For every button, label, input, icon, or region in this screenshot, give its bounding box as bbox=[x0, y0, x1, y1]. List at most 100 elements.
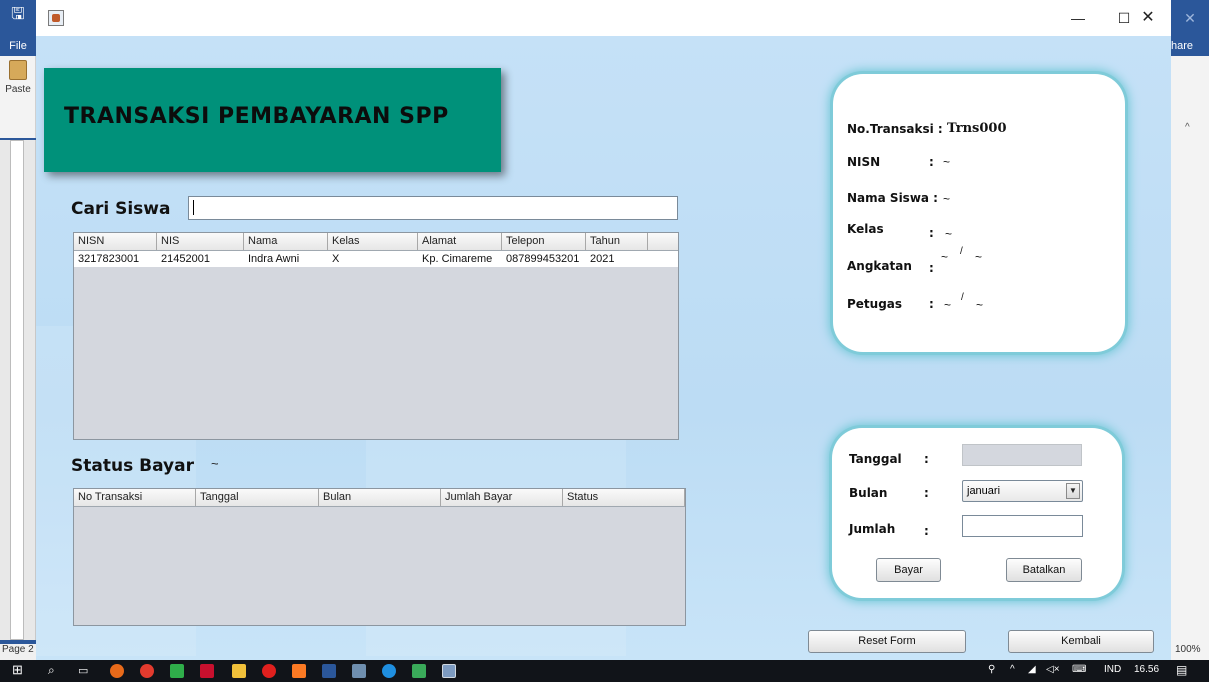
save-icon[interactable]: 🖫 bbox=[8, 6, 28, 24]
search-icon[interactable]: ⌕ bbox=[48, 663, 55, 678]
kelas-label: Kelas bbox=[847, 222, 884, 236]
pembayaran-form-card: Tanggal : Bulan : januari ▼ Jumlah : Bay… bbox=[832, 428, 1122, 598]
volume-icon[interactable]: ◁× bbox=[1046, 664, 1060, 675]
people-icon[interactable]: ⚲ bbox=[988, 664, 995, 675]
tray-expand-icon[interactable]: ^ bbox=[1010, 664, 1015, 675]
page-indicator: Page 2 bbox=[0, 644, 36, 660]
column-header[interactable]: Tanggal bbox=[196, 489, 319, 506]
word-left-pane: 🖫 File Paste Page 2 bbox=[0, 0, 36, 660]
table-cell: Indra Awni bbox=[248, 253, 300, 265]
paste-button[interactable]: Paste bbox=[2, 60, 34, 95]
file-explorer-icon[interactable] bbox=[232, 664, 246, 678]
app-icon[interactable] bbox=[412, 664, 426, 678]
table-header: No Transaksi Tanggal Bulan Jumlah Bayar … bbox=[74, 489, 685, 507]
pembayaran-table[interactable]: No Transaksi Tanggal Bulan Jumlah Bayar … bbox=[73, 488, 686, 626]
jumlah-field[interactable] bbox=[962, 515, 1083, 537]
keyboard-icon[interactable]: ⌨ bbox=[1072, 664, 1086, 675]
notification-icon[interactable]: ▤ bbox=[1176, 663, 1187, 677]
nisn-value: ~ bbox=[943, 155, 951, 169]
opera-icon[interactable] bbox=[262, 664, 276, 678]
main-content: TRANSAKSI PEMBAYARAN SPP Cari Siswa NISN… bbox=[36, 36, 1171, 660]
angkatan-label: Angkatan bbox=[847, 259, 912, 273]
kembali-button[interactable]: Kembali bbox=[1008, 630, 1154, 653]
batalkan-button[interactable]: Batalkan bbox=[1006, 558, 1082, 582]
column-header[interactable]: Kelas bbox=[328, 233, 418, 250]
reset-form-button[interactable]: Reset Form bbox=[808, 630, 966, 653]
petugas-value-a: ~ bbox=[944, 298, 952, 312]
transaksi-info-card: No.Transaksi : Trns000 NISN : ~ Nama Sis… bbox=[833, 74, 1125, 352]
ribbon-collapse-icon[interactable]: ^ bbox=[1185, 122, 1190, 133]
status-bayar-label: Status Bayar bbox=[71, 456, 194, 476]
siswa-table[interactable]: NISN NIS Nama Kelas Alamat Telepon Tahun… bbox=[73, 232, 679, 440]
kelas-colon: : bbox=[929, 226, 934, 240]
ruler-bar bbox=[10, 140, 24, 640]
column-header[interactable]: Telepon bbox=[502, 233, 586, 250]
text-caret bbox=[193, 200, 194, 215]
bulan-select[interactable]: januari ▼ bbox=[962, 480, 1083, 502]
nisn-colon: : bbox=[929, 155, 934, 169]
title-banner: TRANSAKSI PEMBAYARAN SPP bbox=[44, 68, 501, 172]
language-indicator[interactable]: IND bbox=[1104, 664, 1121, 675]
filezilla-icon[interactable] bbox=[200, 664, 214, 678]
chrome-icon[interactable] bbox=[140, 664, 154, 678]
vertical-ruler bbox=[0, 140, 36, 640]
petugas-value-b: ~ bbox=[976, 298, 984, 312]
bayar-button[interactable]: Bayar bbox=[876, 558, 941, 582]
word-close-icon[interactable]: ✕ bbox=[1171, 0, 1209, 36]
angkatan-value-b: ~ bbox=[975, 250, 983, 264]
table-cell: 21452001 bbox=[161, 253, 210, 265]
column-header[interactable]: NISN bbox=[74, 233, 157, 250]
jumlah-label: Jumlah bbox=[849, 522, 896, 536]
column-header[interactable]: Bulan bbox=[319, 489, 441, 506]
clipboard-icon bbox=[9, 60, 27, 80]
no-transaksi-label: No.Transaksi : bbox=[847, 122, 943, 136]
network-icon[interactable]: ◢ bbox=[1028, 664, 1036, 675]
angkatan-separator: / bbox=[960, 246, 963, 257]
column-header[interactable]: NIS bbox=[157, 233, 244, 250]
firefox-icon[interactable] bbox=[110, 664, 124, 678]
tanggal-label: Tanggal bbox=[849, 452, 902, 466]
minimize-button[interactable]: — bbox=[1055, 0, 1101, 36]
column-header[interactable]: No Transaksi bbox=[74, 489, 196, 506]
netbeans-icon[interactable] bbox=[170, 664, 184, 678]
petugas-separator: / bbox=[961, 292, 964, 303]
column-header[interactable]: Status bbox=[563, 489, 685, 506]
file-tab[interactable]: File bbox=[0, 40, 36, 52]
window-titlebar: — ☐ ✕ bbox=[36, 0, 1171, 36]
column-header[interactable]: Jumlah Bayar bbox=[441, 489, 563, 506]
angkatan-value-a: ~ bbox=[941, 250, 949, 264]
task-view-icon[interactable]: ▭ bbox=[78, 664, 88, 677]
jumlah-colon: : bbox=[924, 524, 929, 538]
java-taskbar-icon[interactable] bbox=[442, 664, 456, 678]
word-icon[interactable] bbox=[322, 664, 336, 678]
column-header[interactable]: Nama bbox=[244, 233, 328, 250]
search-input[interactable] bbox=[188, 196, 678, 220]
xampp-icon[interactable] bbox=[292, 664, 306, 678]
tanggal-field[interactable] bbox=[962, 444, 1082, 466]
zoom-level[interactable]: 100% bbox=[1175, 644, 1201, 655]
word-right-pane: ✕ hare ^ 100% bbox=[1171, 0, 1209, 660]
petugas-label: Petugas bbox=[847, 297, 903, 311]
table-cell: 087899453201 bbox=[506, 253, 580, 265]
column-header[interactable]: Tahun bbox=[586, 233, 648, 250]
table-cell: X bbox=[332, 253, 340, 265]
windows-start-icon[interactable]: ⊞ bbox=[12, 662, 23, 678]
java-app-icon bbox=[48, 10, 64, 26]
share-button[interactable]: hare bbox=[1171, 40, 1209, 52]
java-app-window: — ☐ ✕ TRANSAKSI PEMBAYARAN SPP Cari Sisw… bbox=[36, 0, 1171, 660]
search-label: Cari Siswa bbox=[71, 199, 171, 219]
tanggal-colon: : bbox=[924, 452, 929, 466]
clock[interactable]: 16.56 bbox=[1134, 664, 1159, 675]
edge-icon[interactable] bbox=[382, 664, 396, 678]
chevron-down-icon[interactable]: ▼ bbox=[1066, 483, 1080, 499]
table-cell: 2021 bbox=[590, 253, 615, 265]
table-cell: Kp. Cimareme bbox=[422, 253, 493, 265]
notes-icon[interactable] bbox=[352, 664, 366, 678]
column-header[interactable]: Alamat bbox=[418, 233, 502, 250]
paste-label: Paste bbox=[5, 84, 31, 95]
table-row[interactable]: 3217823001 21452001 Indra Awni X Kp. Cim… bbox=[74, 251, 678, 267]
bulan-selected-value: januari bbox=[967, 485, 1001, 497]
nama-siswa-value: ~ bbox=[943, 192, 951, 206]
angkatan-colon: : bbox=[929, 261, 934, 275]
close-button[interactable]: ✕ bbox=[1125, 0, 1171, 36]
